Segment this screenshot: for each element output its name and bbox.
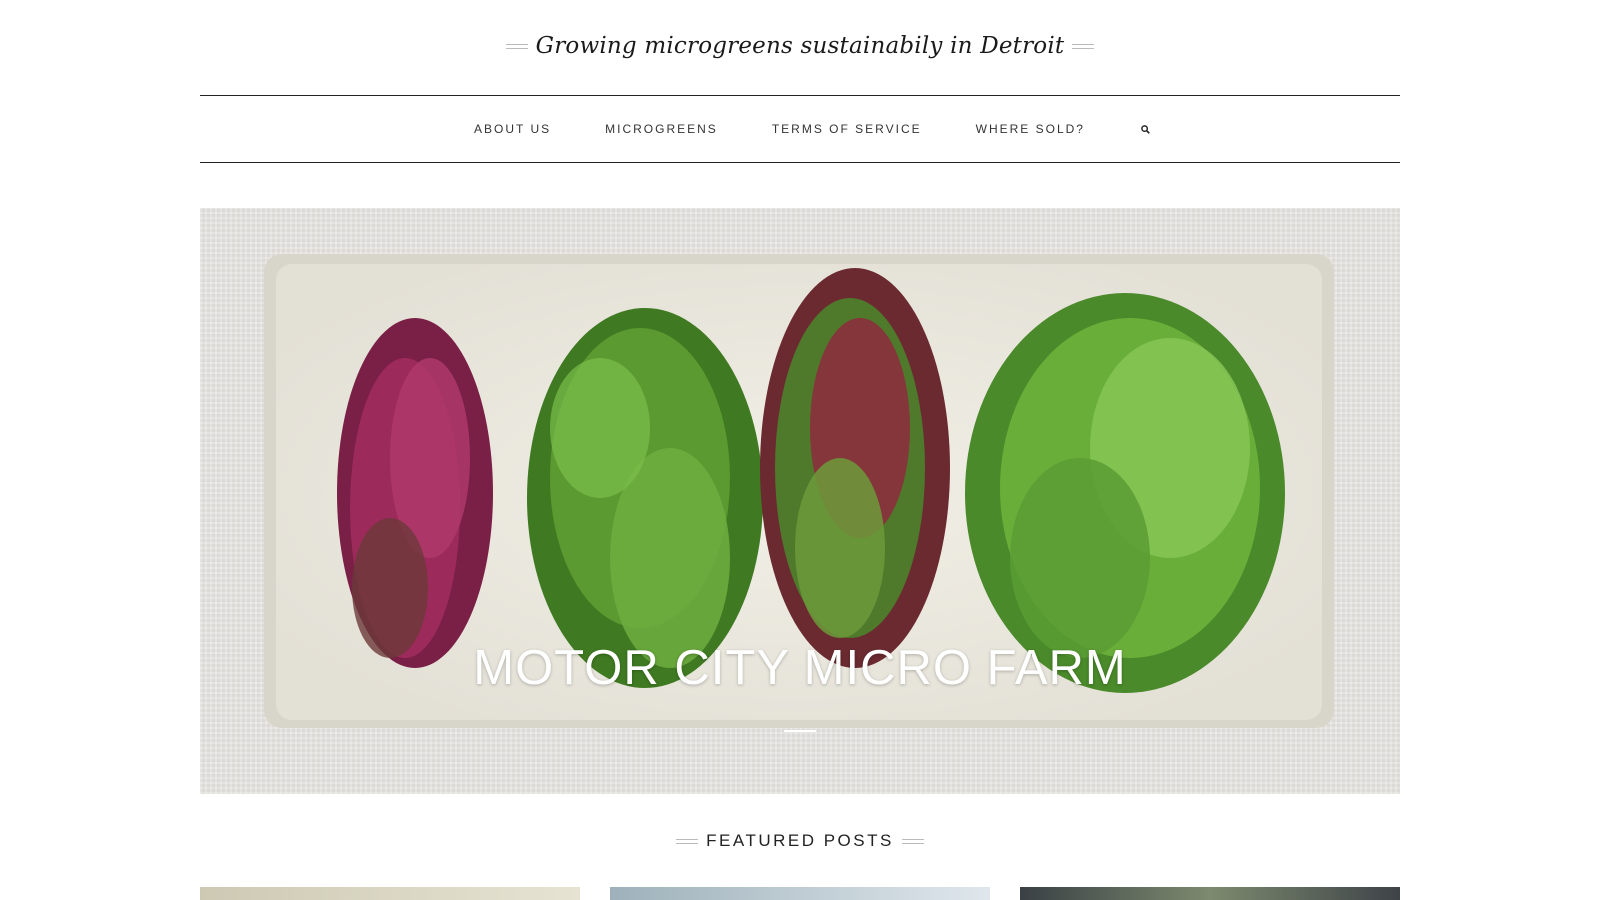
microgreens-tray-photo — [264, 254, 1334, 728]
featured-post-thumbnail-1[interactable] — [200, 887, 580, 900]
featured-post-thumbnail-3[interactable] — [1020, 887, 1400, 900]
search-button[interactable] — [1139, 122, 1153, 136]
featured-posts-heading-row: FEATURED POSTS — [0, 828, 1600, 854]
nav-item-microgreens[interactable]: MICROGREENS — [605, 122, 718, 136]
main-navigation: ABOUT US MICROGREENS TERMS OF SERVICE WH… — [200, 95, 1400, 163]
featured-left-rule — [676, 838, 699, 844]
nav-item-terms-of-service[interactable]: TERMS OF SERVICE — [772, 122, 922, 136]
amaranth-clump — [337, 318, 493, 668]
nav-item-where-sold[interactable]: WHERE SOLD? — [976, 122, 1085, 136]
featured-post-thumbnail-2[interactable] — [610, 887, 990, 900]
tagline-right-rule — [1072, 43, 1095, 49]
page: Growing microgreens sustainabily in Detr… — [0, 0, 1600, 900]
green-clump-1 — [527, 308, 763, 688]
search-icon — [1141, 124, 1151, 134]
tagline-left-rule — [505, 43, 528, 49]
featured-posts-title: FEATURED POSTS — [706, 831, 894, 850]
featured-right-rule — [901, 838, 924, 844]
site-tagline: Growing microgreens sustainabily in Detr… — [535, 33, 1065, 59]
site-tagline-row: Growing microgreens sustainabily in Detr… — [0, 26, 1600, 66]
hero-title-underline — [784, 730, 816, 732]
hero-image[interactable]: MOTOR CITY MICRO FARM — [200, 208, 1400, 794]
nav-item-about-us[interactable]: ABOUT US — [474, 122, 551, 136]
green-clump-2 — [965, 293, 1285, 693]
hero-title: MOTOR CITY MICRO FARM — [473, 641, 1127, 695]
red-green-clump — [760, 268, 950, 668]
